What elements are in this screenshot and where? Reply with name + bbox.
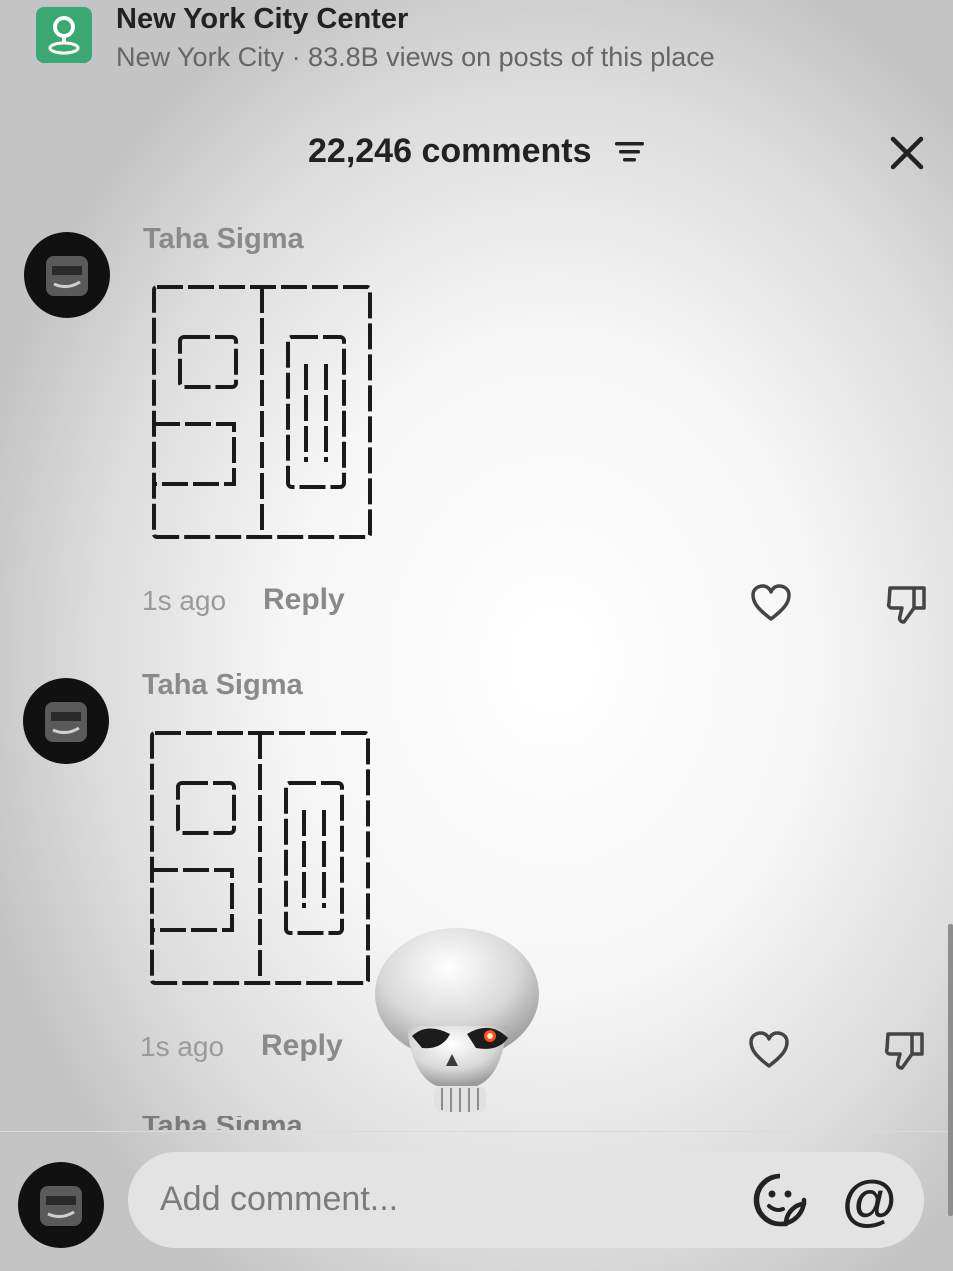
reply-button[interactable]: Reply <box>263 583 345 617</box>
filter-icon[interactable] <box>614 140 646 171</box>
avatar[interactable] <box>23 678 109 764</box>
avatar[interactable] <box>24 232 110 318</box>
comment-image-art[interactable] <box>150 730 372 993</box>
reply-button[interactable]: Reply <box>261 1029 343 1063</box>
heart-icon[interactable] <box>750 583 792 628</box>
comment-input[interactable]: Add comment... @ <box>128 1152 924 1248</box>
emoji-icon[interactable] <box>752 1172 808 1233</box>
heart-icon[interactable] <box>748 1030 790 1075</box>
location-title[interactable]: New York City Center <box>116 3 408 36</box>
comment-time: 1s ago <box>140 1031 225 1062</box>
close-icon[interactable] <box>888 134 926 177</box>
skull-sticker <box>372 926 542 1118</box>
mention-icon[interactable]: @ <box>842 1170 897 1230</box>
dislike-icon[interactable] <box>886 582 928 631</box>
comments-count-title: 22,246 comments <box>308 132 592 170</box>
comment-username[interactable]: Taha Sigma <box>142 669 303 702</box>
comment-image-art[interactable] <box>152 284 374 547</box>
comment-input-placeholder[interactable]: Add comment... <box>160 1180 398 1219</box>
comment-time: 1s ago <box>142 585 227 616</box>
divider <box>0 1131 953 1132</box>
scrollbar[interactable] <box>948 924 953 1216</box>
comment-username[interactable]: Taha Sigma <box>143 223 304 256</box>
dislike-icon[interactable] <box>884 1028 926 1077</box>
location-bar[interactable]: New York City Center New York City · 83.… <box>0 0 953 80</box>
location-pin-icon <box>36 7 92 63</box>
avatar[interactable] <box>18 1162 104 1248</box>
next-comment-username-peek: Taha Sigma <box>142 1116 303 1130</box>
location-subtitle: New York City · 83.8B views on posts of … <box>116 42 715 72</box>
